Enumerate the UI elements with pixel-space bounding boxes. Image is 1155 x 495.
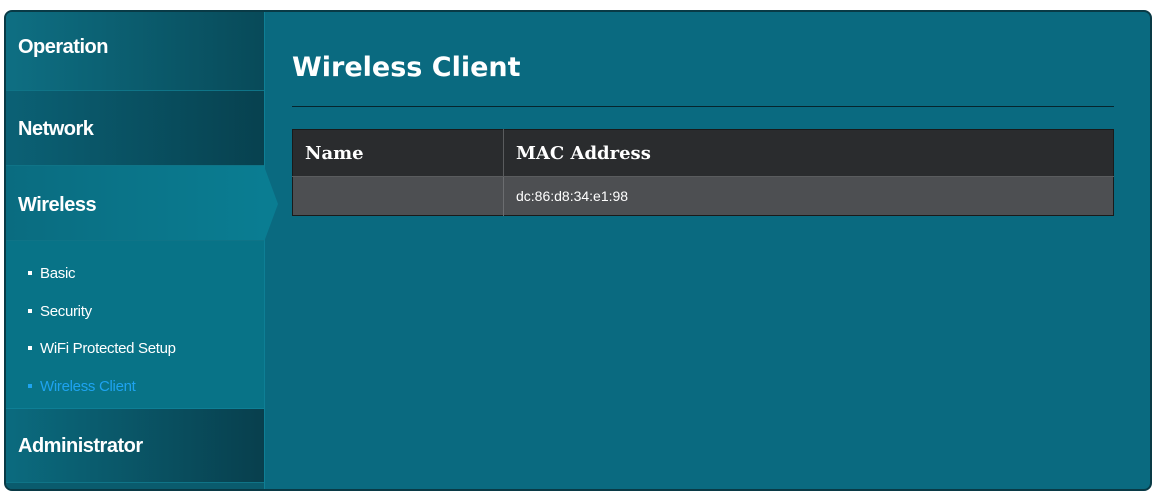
column-header-name: Name <box>292 129 504 177</box>
submenu-item-wireless-client[interactable]: Wireless Client <box>28 378 136 395</box>
wireless-submenu: Basic Security WiFi Protected Setup Wire… <box>6 241 264 408</box>
submenu-item-security[interactable]: Security <box>28 303 92 320</box>
wireless-client-table: Name MAC Address dc:86:d8:34:e1:98 <box>292 129 1114 216</box>
cell-client-name <box>292 176 504 216</box>
table-header-row: Name MAC Address <box>292 129 1114 177</box>
sidebar-item-label: Wireless <box>18 194 97 216</box>
sidebar-item-operation[interactable]: Operation <box>6 12 264 91</box>
bullet-icon <box>28 270 32 275</box>
title-divider <box>292 106 1114 107</box>
sidebar-item-administrator[interactable]: Administrator <box>6 408 264 483</box>
column-header-mac-address: MAC Address <box>503 129 1114 177</box>
submenu-item-label: Security <box>40 303 92 320</box>
sidebar-item-label: Administrator <box>18 435 143 457</box>
sidebar-item-network[interactable]: Network <box>6 91 264 166</box>
sidebar-item-label: Operation <box>18 36 108 58</box>
sidebar-item-wireless[interactable]: Wireless <box>6 166 264 241</box>
sidebar-item-label: Network <box>18 118 94 140</box>
page-title: Wireless Client <box>292 52 521 83</box>
router-admin-frame: Operation Network Wireless Basic Securit… <box>4 10 1152 491</box>
submenu-item-label: WiFi Protected Setup <box>40 340 176 357</box>
bullet-icon <box>28 383 32 388</box>
cell-mac-address: dc:86:d8:34:e1:98 <box>503 176 1114 216</box>
table-row: dc:86:d8:34:e1:98 <box>292 176 1114 216</box>
sidebar: Operation Network Wireless Basic Securit… <box>6 12 265 489</box>
submenu-item-wps[interactable]: WiFi Protected Setup <box>28 340 176 357</box>
active-section-arrow-icon <box>264 166 278 242</box>
submenu-item-label: Wireless Client <box>40 378 136 395</box>
submenu-item-label: Basic <box>40 265 76 282</box>
bullet-icon <box>28 345 32 350</box>
bullet-icon <box>28 308 32 313</box>
submenu-item-basic[interactable]: Basic <box>28 265 75 282</box>
